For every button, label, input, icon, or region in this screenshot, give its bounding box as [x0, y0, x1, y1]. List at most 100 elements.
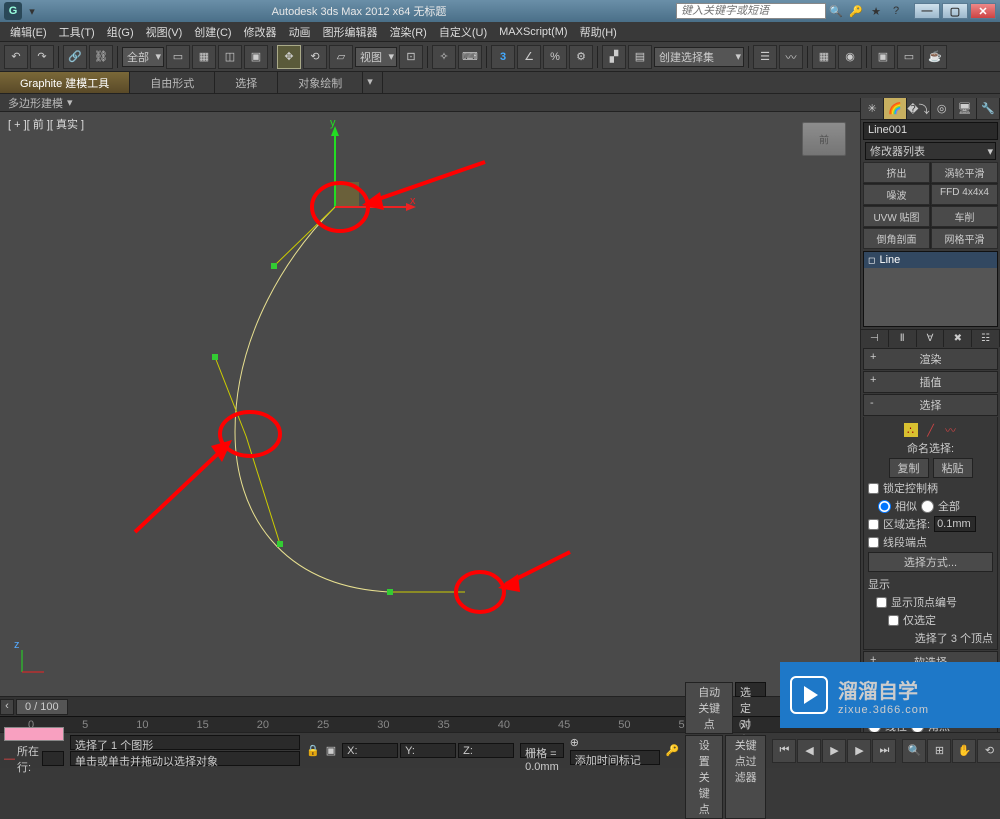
mod-extrude[interactable]: 挤出 [863, 162, 930, 183]
menu-help[interactable]: 帮助(H) [574, 22, 623, 42]
ribbon-panel-polymodel[interactable]: 多边形建模 [0, 94, 1000, 112]
menu-customize[interactable]: 自定义(U) [433, 22, 493, 42]
menu-edit[interactable]: 编辑(E) [4, 22, 53, 42]
minimize-button[interactable]: — [914, 3, 940, 19]
select-move-button[interactable]: ✥ [277, 45, 301, 69]
copy-button[interactable]: 复制 [889, 458, 929, 478]
set-key-button[interactable]: 设置关键点 [685, 735, 723, 819]
similar-radio[interactable] [878, 500, 891, 513]
curve-editor-button[interactable]: 〰 [779, 45, 803, 69]
menu-animation[interactable]: 动画 [283, 22, 317, 42]
unlink-button[interactable]: ⛓ [89, 45, 113, 69]
select-region-button[interactable]: ◫ [218, 45, 242, 69]
select-scale-button[interactable]: ▱ [329, 45, 353, 69]
create-panel-icon[interactable]: ✳ [861, 98, 884, 119]
select-rotate-button[interactable]: ⟲ [303, 45, 327, 69]
menu-group[interactable]: 组(G) [101, 22, 140, 42]
maxscript-mini-listener[interactable] [4, 727, 64, 741]
menu-create[interactable]: 创建(C) [188, 22, 237, 42]
keyboard-shortcut-button[interactable]: ⌨ [458, 45, 482, 69]
zoom-icon[interactable]: 🔍 [902, 739, 926, 763]
make-unique-icon[interactable]: ∀ [917, 330, 945, 347]
subobj-vertex-icon[interactable]: ∴ [904, 423, 918, 437]
mod-bevelprofile[interactable]: 倒角剖面 [863, 228, 930, 249]
configure-sets-icon[interactable]: ☷ [972, 330, 1000, 347]
schematic-view-button[interactable]: ▦ [812, 45, 836, 69]
show-end-result-icon[interactable]: Ⅱ [889, 330, 917, 347]
time-thumb[interactable]: 0 / 100 [16, 699, 68, 715]
undo-button[interactable]: ↶ [4, 45, 28, 69]
material-editor-button[interactable]: ◉ [838, 45, 862, 69]
subobj-segment-icon[interactable]: ╱ [924, 423, 938, 437]
stack-item-line[interactable]: Line [864, 252, 997, 268]
motion-panel-icon[interactable]: ◎ [931, 98, 954, 119]
time-tag-icon[interactable]: ⊕ [570, 736, 660, 749]
isolate-icon[interactable]: ▣ [326, 744, 336, 757]
mod-lathe[interactable]: 车削 [931, 206, 998, 227]
mod-turbosmooth[interactable]: 涡轮平滑 [931, 162, 998, 183]
align-button[interactable]: ▤ [628, 45, 652, 69]
y-coord[interactable]: Y: [400, 743, 456, 758]
show-vertex-num-checkbox[interactable] [876, 597, 887, 608]
tab-objectpaint[interactable]: 对象绘制 [278, 72, 363, 93]
orbit-icon[interactable]: ⟲ [977, 739, 1000, 763]
named-selection-sets[interactable]: 创建选择集 [654, 47, 744, 67]
lock-selection-icon[interactable]: 🔒 [306, 744, 320, 757]
dropdown-icon[interactable]: ▾ [24, 3, 40, 19]
z-coord[interactable]: Z: [458, 743, 514, 758]
goto-end-icon[interactable]: ⏭ [872, 739, 896, 763]
percent-snap-button[interactable]: % [543, 45, 567, 69]
viewport-canvas[interactable]: y x z [0, 112, 860, 697]
rendered-frame-button[interactable]: ▭ [897, 45, 921, 69]
zoom-all-icon[interactable]: ⊞ [927, 739, 951, 763]
tab-freeform[interactable]: 自由形式 [130, 72, 215, 93]
redo-button[interactable]: ↷ [30, 45, 54, 69]
pin-stack-icon[interactable]: ⊣ [861, 330, 889, 347]
layer-manager-button[interactable]: ☰ [753, 45, 777, 69]
modifier-stack[interactable]: Line [863, 251, 998, 327]
viewport[interactable]: [ + ][ 前 ][ 真实 ] y x z [0, 112, 860, 696]
area-select-spinner[interactable]: 0.1mm [934, 516, 976, 532]
restore-button[interactable]: ▢ [942, 3, 968, 19]
menu-maxscript[interactable]: MAXScript(M) [493, 24, 573, 40]
rollout-selection[interactable]: 选择 [863, 394, 998, 416]
pivot-center-button[interactable]: ⊡ [399, 45, 423, 69]
snap-toggle-button[interactable]: 3 [491, 45, 515, 69]
menu-view[interactable]: 视图(V) [140, 22, 189, 42]
spinner-snap-button[interactable]: ⚙ [569, 45, 593, 69]
key-filter-combo[interactable]: 选定对象 [735, 682, 766, 697]
app-logo-icon[interactable]: G [4, 2, 22, 20]
remove-modifier-icon[interactable]: ✖ [944, 330, 972, 347]
favorite-icon[interactable]: ★ [868, 3, 884, 19]
ribbon-expand-icon[interactable]: ▾ [363, 72, 383, 93]
mod-meshsmooth[interactable]: 网格平滑 [931, 228, 998, 249]
x-coord[interactable]: X: [342, 743, 398, 758]
area-select-checkbox[interactable] [868, 519, 879, 530]
menu-modifiers[interactable]: 修改器 [238, 22, 283, 42]
mod-ffd[interactable]: FFD 4x4x4 [931, 184, 998, 205]
prev-frame-icon[interactable]: ◀ [797, 739, 821, 763]
link-button[interactable]: 🔗 [63, 45, 87, 69]
lock-handles-checkbox[interactable] [868, 483, 879, 494]
angle-snap-button[interactable]: ∠ [517, 45, 541, 69]
next-frame-icon[interactable]: ▶ [847, 739, 871, 763]
object-name-field[interactable]: Line001 [863, 122, 998, 140]
render-button[interactable]: ☕ [923, 45, 947, 69]
mod-noise[interactable]: 噪波 [863, 184, 930, 205]
segment-end-checkbox[interactable] [868, 537, 879, 548]
rollout-render[interactable]: 渲染 [863, 348, 998, 370]
manipulate-button[interactable]: ✧ [432, 45, 456, 69]
select-name-button[interactable]: ▦ [192, 45, 216, 69]
help-search-input[interactable] [676, 3, 826, 19]
subobj-spline-icon[interactable]: 〰 [944, 423, 958, 437]
help-icon[interactable]: ? [888, 3, 904, 19]
goto-start-icon[interactable]: ⏮ [772, 739, 796, 763]
tab-selection[interactable]: 选择 [215, 72, 278, 93]
tab-graphite[interactable]: Graphite 建模工具 [0, 72, 130, 93]
rollout-interpolation[interactable]: 插值 [863, 371, 998, 393]
selected-only-checkbox[interactable] [888, 615, 899, 626]
render-setup-button[interactable]: ▣ [871, 45, 895, 69]
mod-uvwmap[interactable]: UVW 贴图 [863, 206, 930, 227]
menu-tools[interactable]: 工具(T) [53, 22, 101, 42]
key-icon[interactable]: 🔑 [666, 744, 680, 757]
